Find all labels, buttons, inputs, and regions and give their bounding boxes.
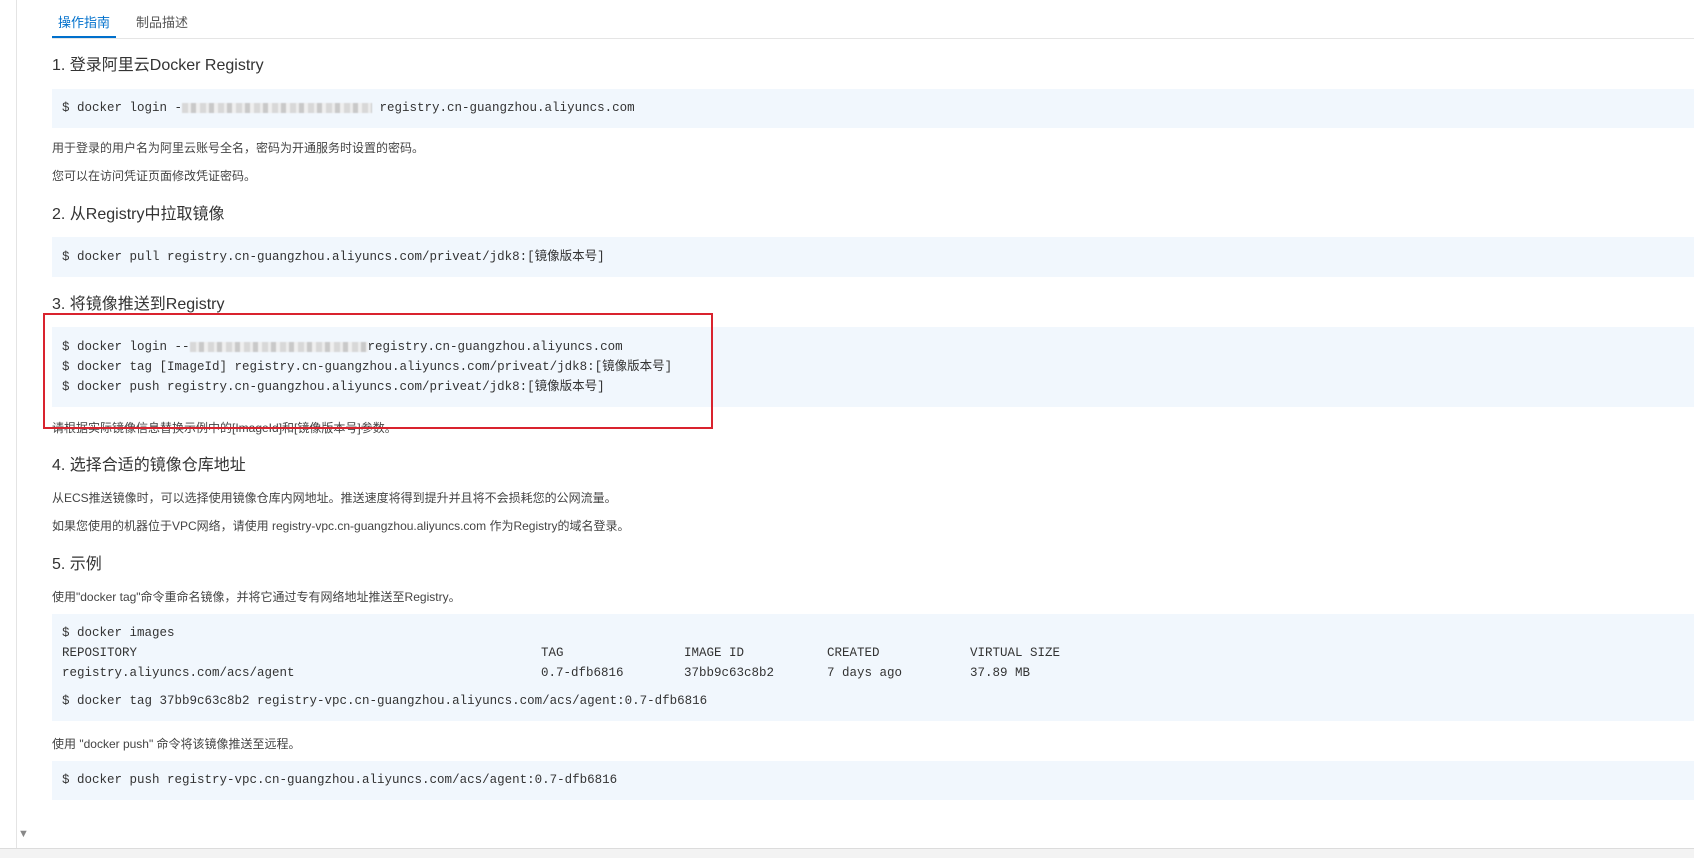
login-cmd-suffix: registry.cn-guangzhou.aliyuncs.com [372,101,635,115]
redacted-username-2 [189,341,368,352]
section-2-title: 2. 从Registry中拉取镜像 [52,206,225,223]
code-block-push: $ docker login -- registry.cn-guangzhou.a… [52,327,1694,407]
tab-artifact-description[interactable]: 制品描述 [136,16,188,38]
table-header: IMAGE ID [684,646,745,660]
table-header-row: REPOSITORY TAG IMAGE ID CREATED VIRTUAL … [62,643,1060,663]
section-1-desc-2: 您可以在访问凭证页面修改凭证密码。 [52,169,257,183]
table-cell: 7 days ago [827,666,903,680]
section-1-title: 1. 登录阿里云Docker Registry [52,57,264,74]
login-cmd-prefix: $ docker login - [62,101,183,115]
section-3-desc: 请根据实际镜像信息替换示例中的[ImageId]和[镜像版本号]参数。 [52,421,397,435]
push-cmd: $ docker push registry.cn-guangzhou.aliy… [62,380,605,394]
table-header: TAG [541,646,564,660]
table-cell: 0.7-dfb6816 [541,666,624,680]
code-block-pull: $ docker pull registry.cn-guangzhou.aliy… [52,237,1694,277]
section-1-desc-1: 用于登录的用户名为阿里云账号全名，密码为开通服务时设置的密码。 [52,141,425,155]
scroll-down-icon[interactable]: ▼ [18,829,29,840]
push-login-suffix: registry.cn-guangzhou.aliyuncs.com [367,340,623,354]
table-header: REPOSITORY [62,646,138,660]
push-vpc-cmd: $ docker push registry-vpc.cn-guangzhou.… [62,773,618,787]
left-rail [0,0,17,848]
tab-operation-guide[interactable]: 操作指南 [52,16,116,38]
section-4-desc-2: 如果您使用的机器位于VPC网络，请使用 registry-vpc.cn-guan… [52,519,630,533]
images-cmd: $ docker images [62,626,175,640]
tag-vpc-cmd: $ docker tag 37bb9c63c8b2 registry-vpc.c… [62,694,708,708]
table-header: CREATED [827,646,880,660]
redacted-username [182,102,373,113]
pull-cmd: $ docker pull registry.cn-guangzhou.aliy… [62,250,605,264]
section-3-title: 3. 将镜像推送到Registry [52,296,225,313]
code-block-example: $ docker images REPOSITORY TAG IMAGE ID … [52,614,1694,721]
section-4-desc-1: 从ECS推送镜像时，可以选择使用镜像仓库内网地址。推送速度将得到提升并且将不会损… [52,491,617,505]
push-login-prefix: $ docker login -- [62,340,190,354]
table-cell: 37bb9c63c8b2 [684,666,775,680]
images-table: REPOSITORY TAG IMAGE ID CREATED VIRTUAL … [62,643,1060,683]
section-5-desc-2: 使用 "docker push" 命令将该镜像推送至远程。 [52,737,301,751]
tab-bar: 操作指南 制品描述 [52,10,1694,39]
table-cell: registry.aliyuncs.com/acs/agent [62,666,295,680]
section-5-desc-1: 使用"docker tag"命令重命名镜像，并将它通过专有网络地址推送至Regi… [52,590,461,604]
code-block-login: $ docker login - registry.cn-guangzhou.a… [52,89,1694,128]
code-block-push-vpc: $ docker push registry-vpc.cn-guangzhou.… [52,761,1694,800]
table-cell: 37.89 MB [970,666,1031,680]
section-4-title: 4. 选择合适的镜像仓库地址 [52,457,246,474]
section-5-title: 5. 示例 [52,556,102,573]
table-header: VIRTUAL SIZE [970,646,1061,660]
tag-cmd: $ docker tag [ImageId] registry.cn-guang… [62,360,673,374]
table-row: registry.aliyuncs.com/acs/agent 0.7-dfb6… [62,663,1060,683]
